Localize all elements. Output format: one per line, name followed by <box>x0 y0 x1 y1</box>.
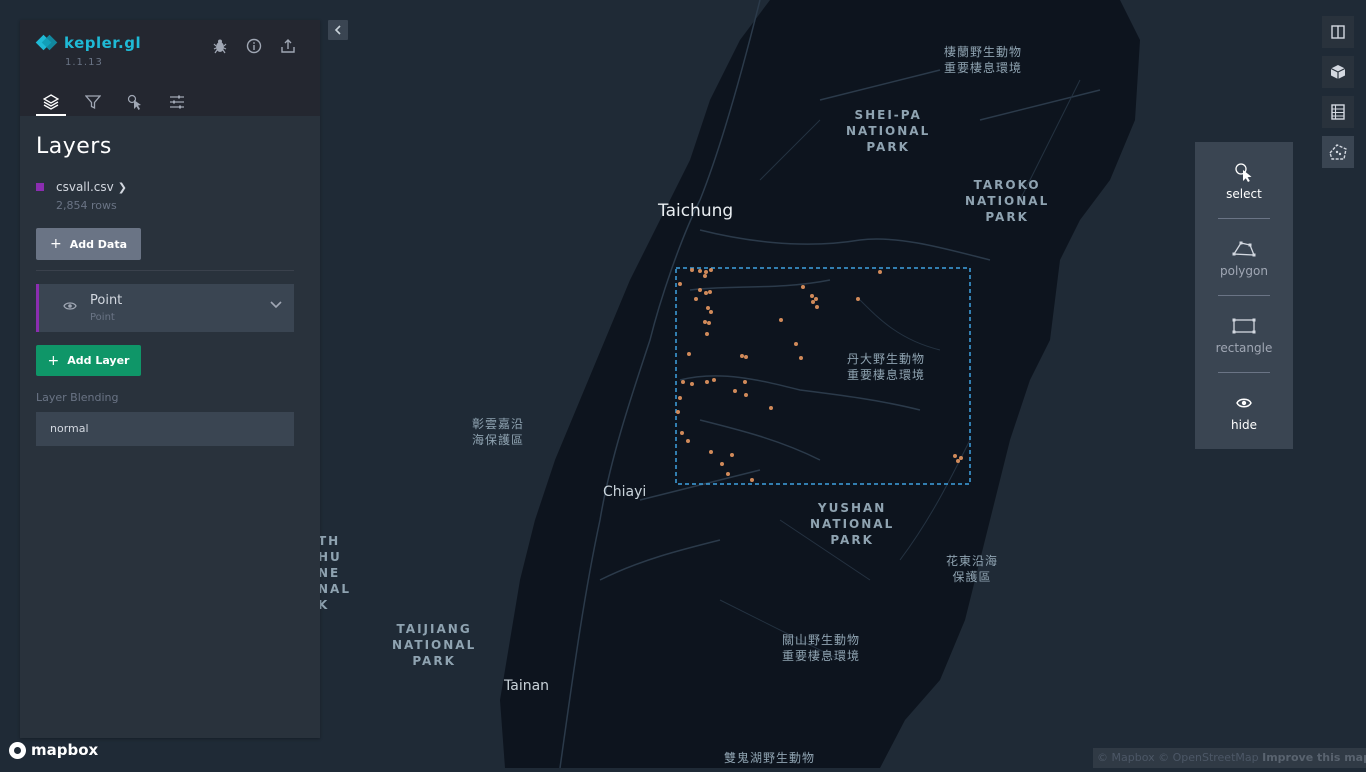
polygon-icon <box>1232 238 1256 260</box>
app-name: kepler.gl <box>64 34 142 52</box>
park-label-partial: TH HU NE NAL K <box>318 534 351 612</box>
layer-panel-point[interactable]: Point Point <box>36 284 294 332</box>
legend-icon <box>1331 104 1345 120</box>
3d-view-button[interactable] <box>1322 56 1354 88</box>
filters-tab[interactable] <box>78 88 108 116</box>
region-label-danda: 丹大野生動物 重要棲息環境 <box>847 352 926 382</box>
eye-icon <box>1236 392 1252 414</box>
layer-type: Point <box>90 312 115 323</box>
layers-tab[interactable] <box>36 88 66 116</box>
city-label-tainan: Tainan <box>504 678 550 694</box>
legend-button[interactable] <box>1322 96 1354 128</box>
region-label-cilan: 棲蘭野生動物 重要棲息環境 <box>944 45 1023 75</box>
park-label-taroko: TAROKO NATIONAL PARK <box>965 178 1050 224</box>
kepler-logo-icon <box>38 35 58 51</box>
copyright-text[interactable]: © Mapbox © OpenStreetMap <box>1097 751 1259 764</box>
collapse-sidebar-button[interactable] <box>328 20 348 40</box>
improve-map-link[interactable]: Improve this map <box>1262 751 1366 764</box>
dataset-color-swatch <box>36 183 44 191</box>
mapbox-icon <box>9 741 26 759</box>
draw-polygon-tool[interactable]: polygon <box>1195 219 1293 296</box>
bug-icon[interactable] <box>210 36 230 56</box>
draw-hide-label: hide <box>1231 417 1257 432</box>
region-label-coast-west: 彰雲嘉沿 海保護區 <box>472 417 525 447</box>
side-panel-header: kepler.gl 1.1.13 <box>20 20 320 116</box>
map-attribution: © Mapbox © OpenStreetMap Improve this ma… <box>1093 748 1366 768</box>
draw-polygon-label: polygon <box>1220 263 1268 278</box>
draw-select-label: select <box>1226 186 1262 201</box>
draw-hide-button[interactable]: hide <box>1195 373 1293 450</box>
layer-name[interactable]: Point <box>90 293 122 308</box>
draw-polygon-icon <box>1329 144 1347 160</box>
app-logo: kepler.gl <box>38 34 141 52</box>
layer-blending-select[interactable]: normal <box>36 412 294 446</box>
dataset-row-count: 2,854 rows <box>56 199 117 212</box>
draw-polygon-button[interactable] <box>1322 136 1354 168</box>
add-layer-label: Add Layer <box>67 354 130 367</box>
plus-icon: + <box>47 352 60 369</box>
chevron-down-icon[interactable] <box>270 298 282 313</box>
split-map-button[interactable] <box>1322 16 1354 48</box>
chevron-left-icon <box>334 25 341 35</box>
park-label-taijiang: TAIJIANG NATIONAL PARK <box>392 622 477 668</box>
layers-icon <box>43 94 59 110</box>
park-label-sheipa: SHEI-PA NATIONAL PARK <box>846 108 931 154</box>
draw-rectangle-tool[interactable]: rectangle <box>1195 296 1293 373</box>
plus-icon: + <box>49 236 62 252</box>
draw-select-button[interactable]: select <box>1195 142 1293 219</box>
panel-title: Layers <box>36 134 112 159</box>
cursor-icon <box>127 94 141 110</box>
add-data-label: Add Data <box>69 237 128 251</box>
info-icon[interactable] <box>244 36 264 56</box>
add-layer-button[interactable]: + Add Layer <box>36 345 141 376</box>
select-cursor-icon <box>1234 161 1254 183</box>
region-label-shuanggui: 雙鬼湖野生動物 <box>724 751 816 765</box>
dataset-item[interactable]: csvall.csv ❯ 2,854 rows <box>36 180 127 212</box>
interactions-tab[interactable] <box>120 88 150 116</box>
layer-blending-label: Layer Blending <box>36 391 119 404</box>
city-label-taichung: Taichung <box>658 201 734 221</box>
side-panel: kepler.gl 1.1.13 Layers csvall.csv ❯ 2,8… <box>20 20 320 738</box>
dataset-name[interactable]: csvall.csv <box>56 180 114 194</box>
add-data-button[interactable]: + Add Data <box>36 228 141 260</box>
draw-tools-panel: select polygon rectangle hide <box>1195 142 1293 449</box>
mapbox-logo-text: mapbox <box>31 741 99 759</box>
mapbox-logo[interactable]: mapbox <box>9 741 98 759</box>
park-label-yushan: YUSHAN NATIONAL PARK <box>810 501 895 547</box>
draw-rectangle-label: rectangle <box>1215 340 1273 355</box>
city-label-chiayi: Chiayi <box>603 484 647 500</box>
basemap-tab[interactable] <box>162 88 192 116</box>
app-version: 1.1.13 <box>65 57 103 68</box>
settings-icon <box>170 95 184 109</box>
cube-icon <box>1330 65 1346 79</box>
rectangle-icon <box>1232 315 1256 337</box>
divider <box>36 270 294 271</box>
share-icon[interactable] <box>278 36 298 56</box>
chevron-right-icon[interactable]: ❯ <box>118 181 127 194</box>
split-view-icon <box>1331 25 1345 39</box>
region-label-coast-east: 花東沿海 保護區 <box>946 554 999 584</box>
eye-icon[interactable] <box>63 300 77 315</box>
filter-icon <box>85 95 101 110</box>
region-label-guanshan: 關山野生動物 重要棲息環境 <box>782 633 861 663</box>
